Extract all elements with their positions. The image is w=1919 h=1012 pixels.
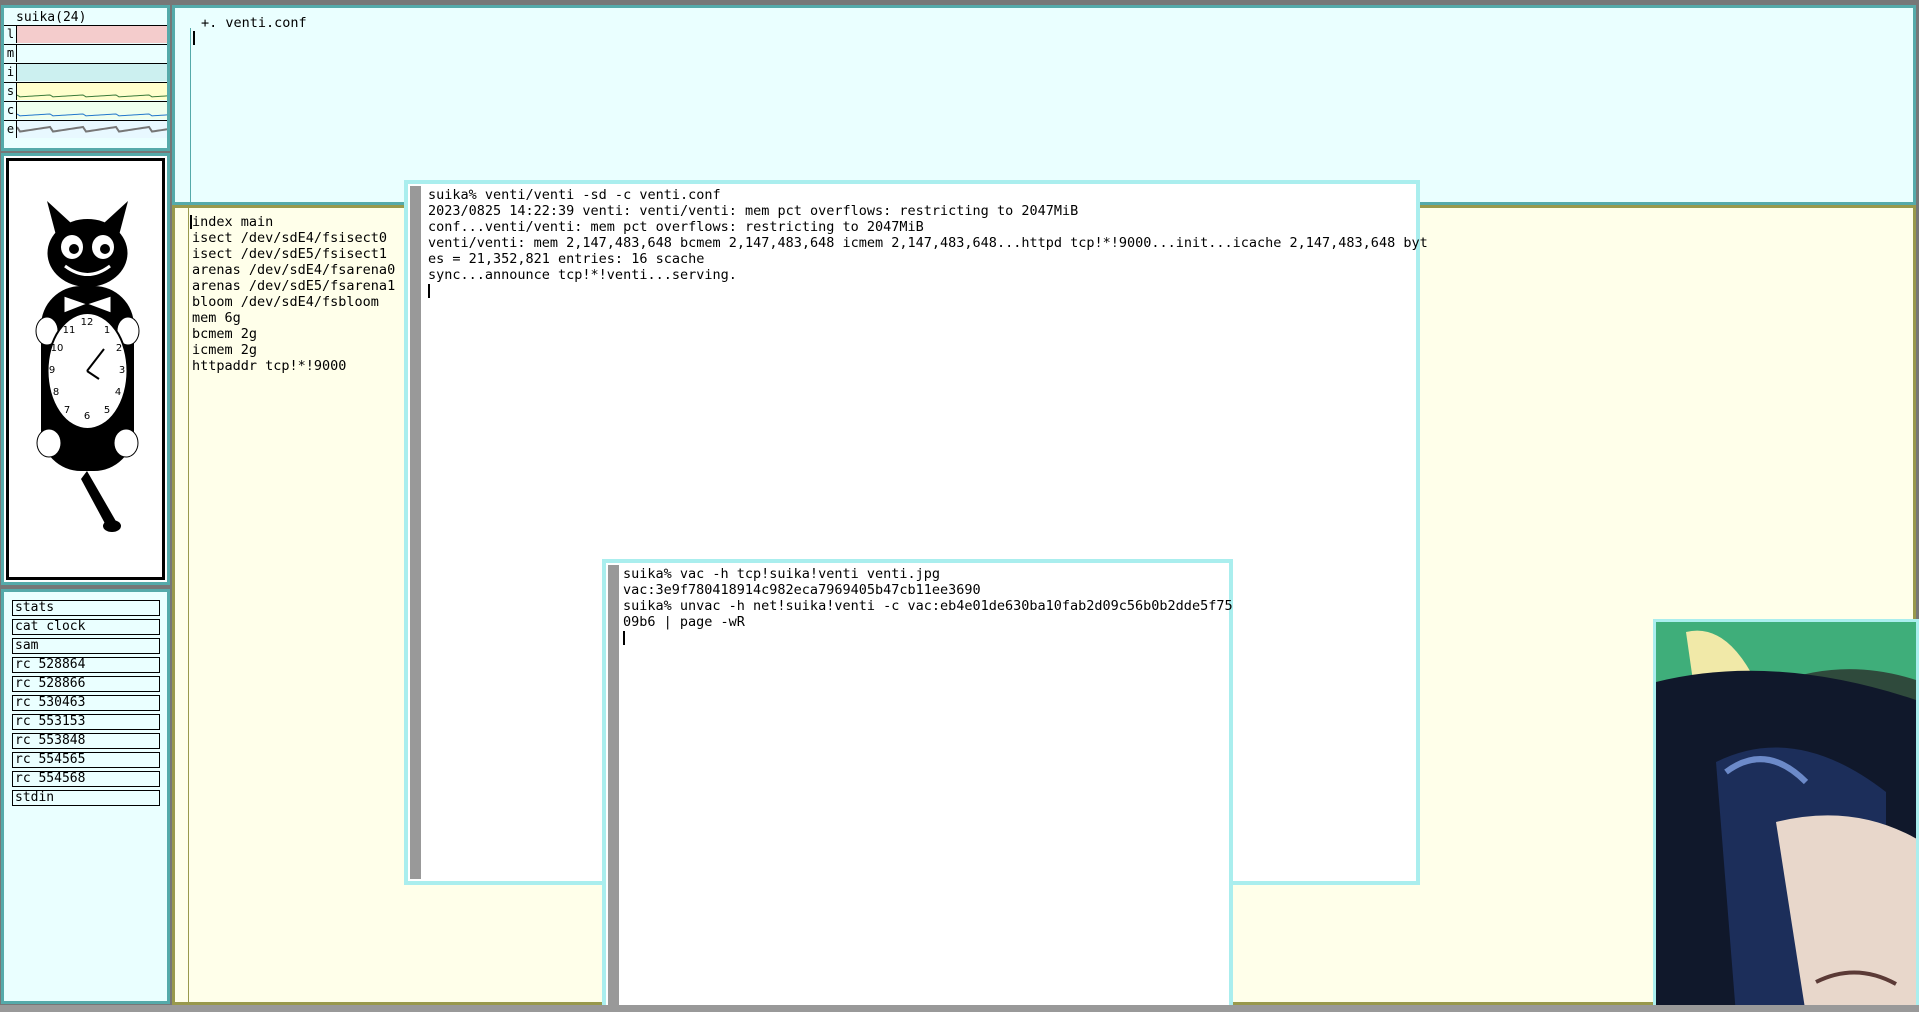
text-line: isect /dev/sdE5/fsisect1 xyxy=(192,246,388,262)
graph-row: m xyxy=(4,44,167,63)
stats-window[interactable]: suika(24) lmisce xyxy=(1,5,170,151)
text-line: index main xyxy=(192,214,274,230)
graph-row: l xyxy=(4,25,167,44)
text-line: suika% unvac -h net!suika!venti -c vac:e… xyxy=(623,598,1233,614)
character-photo-image xyxy=(1656,622,1916,1009)
svg-text:6: 6 xyxy=(84,411,90,422)
window-list: stats cat clock sam rc 528864 rc 528866 rc 53… xyxy=(1,589,170,1004)
graph-letter: i xyxy=(5,64,17,81)
venti-terminal-scrollbar[interactable] xyxy=(410,186,421,879)
graph-area xyxy=(16,83,168,100)
text-line: es = 21,352,821 entries: 16 scache xyxy=(428,251,705,267)
text-line: 09b6 | page -wR xyxy=(623,614,745,630)
text-line: icmem 2g xyxy=(192,342,258,358)
graph-area xyxy=(17,64,167,81)
window-list-item[interactable]: sam xyxy=(12,638,160,654)
window-list-item[interactable]: rc 528864 xyxy=(12,657,160,673)
svg-text:8: 8 xyxy=(53,387,59,398)
graph-row: i xyxy=(4,63,167,82)
venti-conf-text[interactable]: index main isect /dev/sdE4/fsisect0 isect … xyxy=(190,214,396,374)
graph-row: s xyxy=(4,82,168,101)
text-line: isect /dev/sdE4/fsisect0 xyxy=(192,230,388,246)
window-list-item[interactable]: rc 528866 xyxy=(12,676,160,692)
window-list-item[interactable]: cat clock xyxy=(12,619,160,635)
svg-text:3: 3 xyxy=(119,365,125,376)
text-line: 2023/0825 14:22:39 venti: venti/venti: m… xyxy=(428,203,1079,219)
svg-text:1: 1 xyxy=(104,325,110,336)
graph-row: c xyxy=(4,101,168,120)
text-cursor xyxy=(193,30,195,46)
acme-top-tag[interactable]: +. venti.conf xyxy=(201,15,307,31)
vac-terminal-scrollbar[interactable] xyxy=(608,565,619,1008)
graph-row: e xyxy=(4,120,168,139)
text-cursor xyxy=(190,214,192,230)
text-cursor xyxy=(623,630,1233,646)
text-line: vac:3e9f780418914c982eca7969405b47cb11ee… xyxy=(623,582,981,598)
window-list-item[interactable]: rc 554565 xyxy=(12,752,160,768)
svg-text:11: 11 xyxy=(63,325,76,336)
stats-title: suika(24) xyxy=(16,10,87,25)
graph-area xyxy=(17,26,167,43)
window-list-item[interactable]: rc 553848 xyxy=(12,733,160,749)
svg-text:9: 9 xyxy=(49,365,55,376)
window-list-item[interactable]: rc 530463 xyxy=(12,695,160,711)
text-cursor xyxy=(428,283,1428,299)
acme-top-scrollbar[interactable] xyxy=(190,28,191,208)
svg-text:10: 10 xyxy=(51,343,64,354)
text-line: bcmem 2g xyxy=(192,326,258,342)
text-line: mem 6g xyxy=(192,310,241,326)
cat-clock-frame: 12 1 2 3 4 5 6 7 8 9 10 11 xyxy=(6,158,165,580)
graph-letter: c xyxy=(5,102,17,119)
graph-area xyxy=(16,102,168,119)
svg-text:4: 4 xyxy=(115,387,121,398)
acme-main-scrollbar[interactable] xyxy=(188,208,189,1003)
venti-terminal-output[interactable]: suika% venti/venti -sd -c venti.conf 2023… xyxy=(428,187,1428,299)
graph-letter: e xyxy=(5,121,17,138)
text-line: httpaddr tcp!*!9000 xyxy=(192,358,347,374)
window-list-item[interactable]: stdin xyxy=(12,790,160,806)
graph-letter: l xyxy=(5,26,17,43)
text-line: arenas /dev/sdE5/fsarena1 xyxy=(192,278,396,294)
text-line: suika% venti/venti -sd -c venti.conf xyxy=(428,187,721,203)
graph-letter: s xyxy=(5,83,17,100)
vac-terminal[interactable]: suika% vac -h tcp!suika!venti venti.jpg v… xyxy=(602,559,1233,1012)
window-list-item[interactable]: rc 554568 xyxy=(12,771,160,787)
cat-clock-window[interactable]: 12 1 2 3 4 5 6 7 8 9 10 11 xyxy=(1,153,170,585)
cat-clock-icon: 12 1 2 3 4 5 6 7 8 9 10 11 xyxy=(35,201,140,532)
text-line: venti/venti: mem 2,147,483,648 bcmem 2,1… xyxy=(428,235,1428,251)
text-line: arenas /dev/sdE4/fsarena0 xyxy=(192,262,396,278)
svg-text:7: 7 xyxy=(64,405,70,416)
screen-bottom-border xyxy=(0,1005,1919,1012)
acme-top-window[interactable]: +. venti.conf xyxy=(172,5,1916,208)
graph-area xyxy=(17,45,167,62)
graph-area xyxy=(16,121,168,138)
text-line: sync...announce tcp!*!venti...serving. xyxy=(428,267,737,283)
page-image-window[interactable] xyxy=(1653,619,1919,1012)
text-line: suika% vac -h tcp!suika!venti venti.jpg xyxy=(623,566,940,582)
svg-text:12: 12 xyxy=(81,317,94,328)
window-list-item[interactable]: stats xyxy=(12,600,160,616)
svg-text:5: 5 xyxy=(104,405,110,416)
text-line: conf...venti/venti: mem pct overflows: r… xyxy=(428,219,924,235)
text-line: bloom /dev/sdE4/fsbloom xyxy=(192,294,379,310)
vac-terminal-output[interactable]: suika% vac -h tcp!suika!venti venti.jpg v… xyxy=(623,566,1233,646)
window-list-item[interactable]: rc 553153 xyxy=(12,714,160,730)
graph-letter: m xyxy=(5,45,17,62)
svg-text:2: 2 xyxy=(116,343,122,354)
